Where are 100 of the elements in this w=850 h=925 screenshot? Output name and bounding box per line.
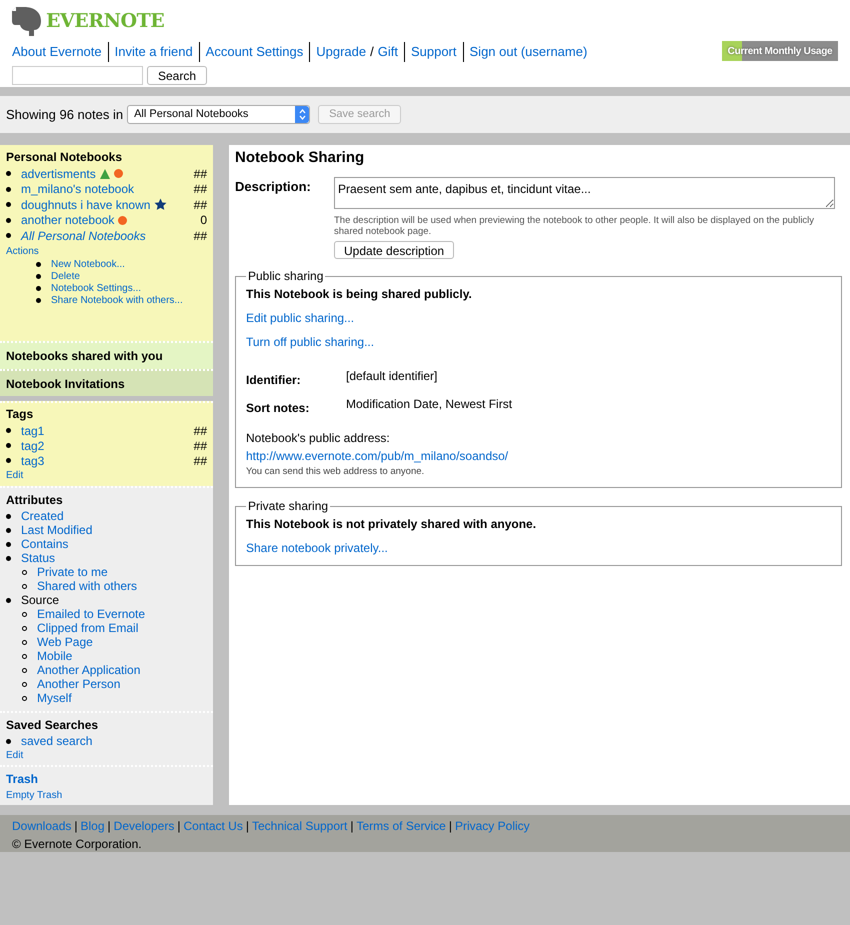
field-label: Sort notes: bbox=[246, 400, 310, 417]
nav-link[interactable]: Account Settings bbox=[198, 42, 304, 62]
tag-count: ## bbox=[194, 422, 207, 440]
trash-link[interactable]: Trash bbox=[6, 770, 207, 788]
notebook-link[interactable]: advertisments bbox=[21, 164, 96, 183]
note-count: ## bbox=[194, 228, 207, 245]
logo-text: EVERNOTE bbox=[46, 8, 164, 34]
copyright-text: © Evernote Corporation. bbox=[12, 836, 143, 853]
bullet-icon bbox=[22, 654, 27, 658]
bullet-icon bbox=[6, 186, 11, 192]
action-link[interactable]: New Notebook... bbox=[51, 257, 125, 272]
actions-link[interactable]: Actions bbox=[6, 244, 207, 258]
bullet-icon bbox=[6, 542, 11, 546]
note-count: 0 bbox=[200, 212, 207, 230]
nav-link[interactable]: Support bbox=[404, 42, 457, 62]
panel-legend: Private sharing bbox=[246, 497, 330, 516]
tag-count: ## bbox=[194, 452, 207, 470]
elephant-logo-icon bbox=[12, 4, 42, 38]
notebook-link[interactable]: m_milano's notebook bbox=[21, 180, 134, 198]
section-title: Attributes bbox=[6, 492, 64, 509]
note-count: ## bbox=[194, 166, 207, 183]
address-label: Notebook's public address: bbox=[246, 430, 391, 447]
bullet-icon bbox=[6, 458, 11, 463]
search-button[interactable]: Search bbox=[147, 66, 208, 84]
description-help-text: The description will be used when previewing the notebook to other people. It will also be displayed on the publicly shared notebook page. bbox=[334, 214, 816, 236]
bullet-icon bbox=[36, 262, 41, 267]
description-field[interactable]: Praesent sem ante, dapibus et, tincidunt vitae... bbox=[334, 177, 835, 209]
bullet-icon bbox=[6, 218, 11, 223]
bullet-icon bbox=[6, 528, 11, 532]
sharing-link[interactable]: Share notebook privately... bbox=[246, 539, 831, 558]
nav-link[interactable]: Invite a friend bbox=[108, 42, 193, 62]
section-title: Tags bbox=[6, 406, 34, 423]
empty-trash-link[interactable]: Empty Trash bbox=[6, 788, 207, 803]
address-note: You can send this web address to anyone. bbox=[246, 465, 426, 479]
bullet-icon bbox=[6, 233, 11, 238]
nav-link[interactable]: Sign out (username) bbox=[462, 42, 588, 62]
notebook-link[interactable]: another notebook bbox=[21, 211, 114, 230]
tag-count: ## bbox=[194, 438, 207, 454]
notebook-link[interactable]: doughnuts i have known bbox=[21, 196, 150, 214]
bullet-icon bbox=[6, 514, 11, 518]
page-title: Notebook Sharing bbox=[235, 148, 366, 168]
bullet-icon bbox=[36, 286, 41, 291]
bullet-icon bbox=[22, 668, 27, 672]
action-link[interactable]: Delete bbox=[51, 269, 80, 284]
tag-link[interactable]: tag1 bbox=[21, 422, 44, 440]
dot-icon bbox=[118, 216, 128, 225]
dot-icon bbox=[114, 169, 123, 178]
star-icon bbox=[154, 198, 168, 212]
bullet-icon bbox=[6, 598, 11, 602]
footer-separator: | bbox=[108, 818, 111, 835]
bullet-icon bbox=[6, 738, 11, 744]
notebook-link[interactable]: All Personal Notebooks bbox=[21, 226, 146, 245]
bullet-icon bbox=[6, 202, 11, 208]
edit-tags-link[interactable]: Edit bbox=[6, 468, 207, 483]
footer-separator: | bbox=[74, 818, 78, 835]
section-title: Notebooks shared with you bbox=[6, 348, 163, 365]
tag-link[interactable]: tag2 bbox=[21, 436, 44, 454]
section-title: Personal Notebooks bbox=[6, 149, 124, 166]
public-address-link[interactable]: http://www.evernote.com/pub/m_milano/soandso/ bbox=[246, 447, 831, 465]
bullet-icon bbox=[6, 428, 11, 433]
select-arrows-icon bbox=[295, 106, 310, 123]
bullet-icon bbox=[22, 696, 27, 700]
bullet-icon bbox=[22, 612, 27, 616]
footer-separator: | bbox=[177, 818, 180, 835]
bullet-icon bbox=[22, 570, 27, 574]
description-label: Description: bbox=[235, 178, 312, 196]
field-value: Modification Date, Newest First bbox=[346, 396, 512, 413]
nav-link[interactable]: Gift bbox=[378, 42, 398, 62]
nav-link[interactable]: Upgrade bbox=[309, 42, 366, 62]
note-count: ## bbox=[194, 196, 207, 214]
field-label: Identifier: bbox=[246, 372, 302, 389]
notes-count-text: Showing 96 notes in bbox=[6, 106, 124, 124]
bullet-icon bbox=[6, 556, 11, 560]
edit-searches-link[interactable]: Edit bbox=[6, 748, 207, 763]
bullet-icon bbox=[36, 298, 41, 303]
panel-legend: Public sharing bbox=[246, 267, 326, 285]
bullet-icon bbox=[22, 584, 27, 588]
footer-separator: | bbox=[246, 818, 249, 835]
triangle-icon bbox=[100, 168, 110, 179]
saved-search-link[interactable]: saved search bbox=[21, 732, 92, 750]
bullet-icon bbox=[36, 274, 41, 279]
action-link[interactable]: Notebook Settings... bbox=[51, 281, 142, 296]
section-title: Saved Searches bbox=[6, 717, 100, 734]
sharing-status-text: This Notebook is being shared publicly. bbox=[246, 286, 473, 303]
footer-separator: | bbox=[350, 818, 354, 835]
bullet-icon bbox=[22, 640, 27, 644]
bullet-icon bbox=[6, 171, 11, 176]
footer-separator: | bbox=[448, 818, 452, 835]
field-value: [default identifier] bbox=[346, 368, 438, 385]
sharing-link[interactable]: Edit public sharing... bbox=[246, 309, 831, 327]
bullet-icon bbox=[22, 626, 27, 630]
tag-link[interactable]: tag3 bbox=[21, 452, 44, 470]
sharing-link[interactable]: Turn off public sharing... bbox=[246, 333, 831, 351]
update-description-button[interactable]: Update description bbox=[334, 240, 454, 258]
nav-link[interactable]: About Evernote bbox=[12, 42, 102, 62]
notebook-select[interactable]: All Personal Notebooks bbox=[127, 105, 310, 124]
slash-separator: / bbox=[370, 43, 374, 61]
action-link[interactable]: Share Notebook with others... bbox=[51, 293, 183, 308]
note-count: ## bbox=[194, 181, 207, 198]
search-field[interactable] bbox=[12, 66, 143, 84]
